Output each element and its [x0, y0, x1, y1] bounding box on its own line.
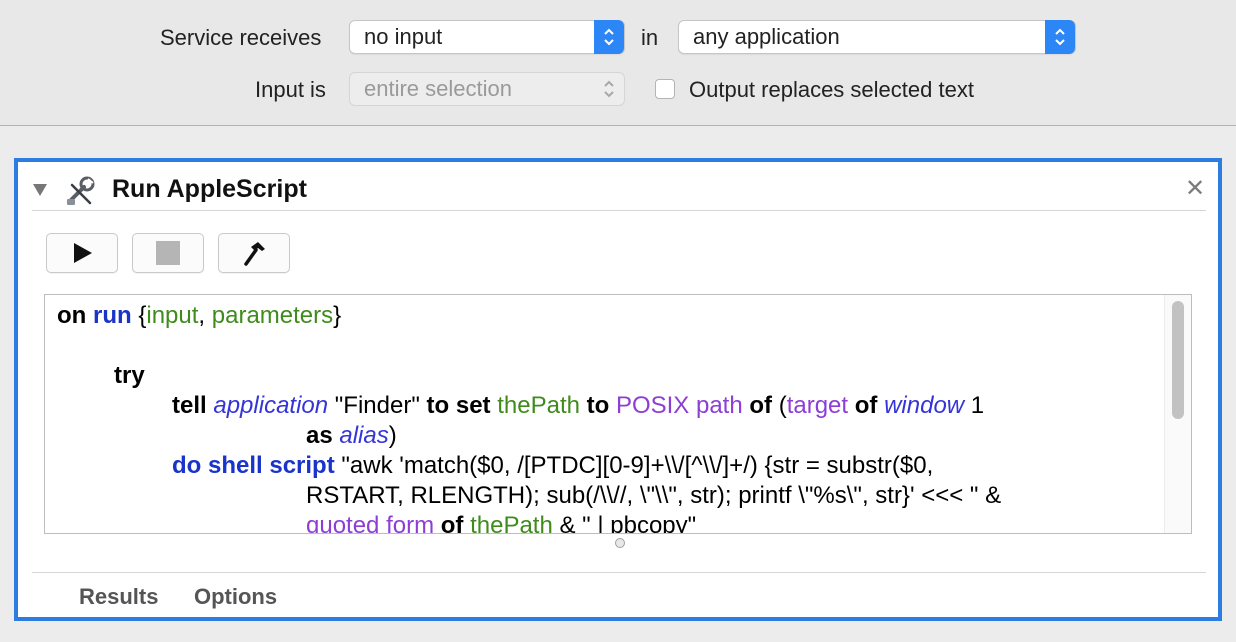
input-is-popup: entire selection [349, 72, 625, 106]
popup-arrows-icon [594, 72, 624, 106]
resize-handle[interactable] [615, 538, 625, 548]
popup-arrows-icon [1045, 20, 1075, 54]
stop-icon [156, 241, 180, 265]
input-type-popup[interactable]: no input [349, 20, 625, 54]
input-is-value: entire selection [364, 76, 512, 101]
divider [32, 572, 1206, 573]
tab-options[interactable]: Options [194, 584, 277, 610]
code-line: as alias) [306, 422, 397, 449]
input-type-value: no input [364, 24, 443, 49]
disclosure-triangle-icon[interactable] [32, 183, 48, 202]
service-receives-label: Service receives [160, 25, 322, 50]
in-label: in [641, 25, 659, 50]
divider [32, 210, 1206, 211]
applescript-wrench-icon [64, 175, 98, 214]
script-editor[interactable]: on run {input, parameters} try tell appl… [44, 294, 1192, 534]
stop-button[interactable] [132, 233, 204, 273]
output-replaces-label[interactable]: Output replaces selected text [689, 77, 974, 103]
script-text: on run {input, parameters} try tell appl… [57, 301, 1165, 534]
code-line: on run {input, parameters} [57, 302, 342, 329]
popup-arrows-icon [594, 20, 624, 54]
compile-button[interactable] [218, 233, 290, 273]
code-line: try [114, 362, 145, 389]
close-icon[interactable]: ✕ [1185, 174, 1205, 203]
service-settings-bar: Service receives no input in any applica… [0, 0, 1236, 126]
vertical-scrollbar[interactable] [1164, 295, 1191, 533]
scrollbar-thumb[interactable] [1172, 301, 1184, 419]
run-icon [74, 243, 92, 263]
tab-results[interactable]: Results [79, 584, 158, 610]
code-line: RSTART, RLENGTH); sub(/\\//, \"\\", str)… [306, 482, 1002, 509]
input-is-label: Input is [255, 77, 326, 102]
run-applescript-action: Run AppleScript ✕ on run {input, paramet… [14, 158, 1222, 621]
output-replaces-checkbox[interactable] [655, 79, 675, 99]
run-button[interactable] [46, 233, 118, 273]
application-value: any application [693, 24, 840, 49]
action-title: Run AppleScript [112, 175, 307, 203]
application-popup[interactable]: any application [678, 20, 1076, 54]
code-line: do shell script "awk 'match($0, /[PTDC][… [172, 452, 934, 479]
code-line: quoted form of thePath & " | pbcopy" [306, 512, 697, 534]
compile-hammer-icon [244, 242, 265, 266]
code-line: tell application "Finder" to set thePath… [172, 392, 985, 419]
